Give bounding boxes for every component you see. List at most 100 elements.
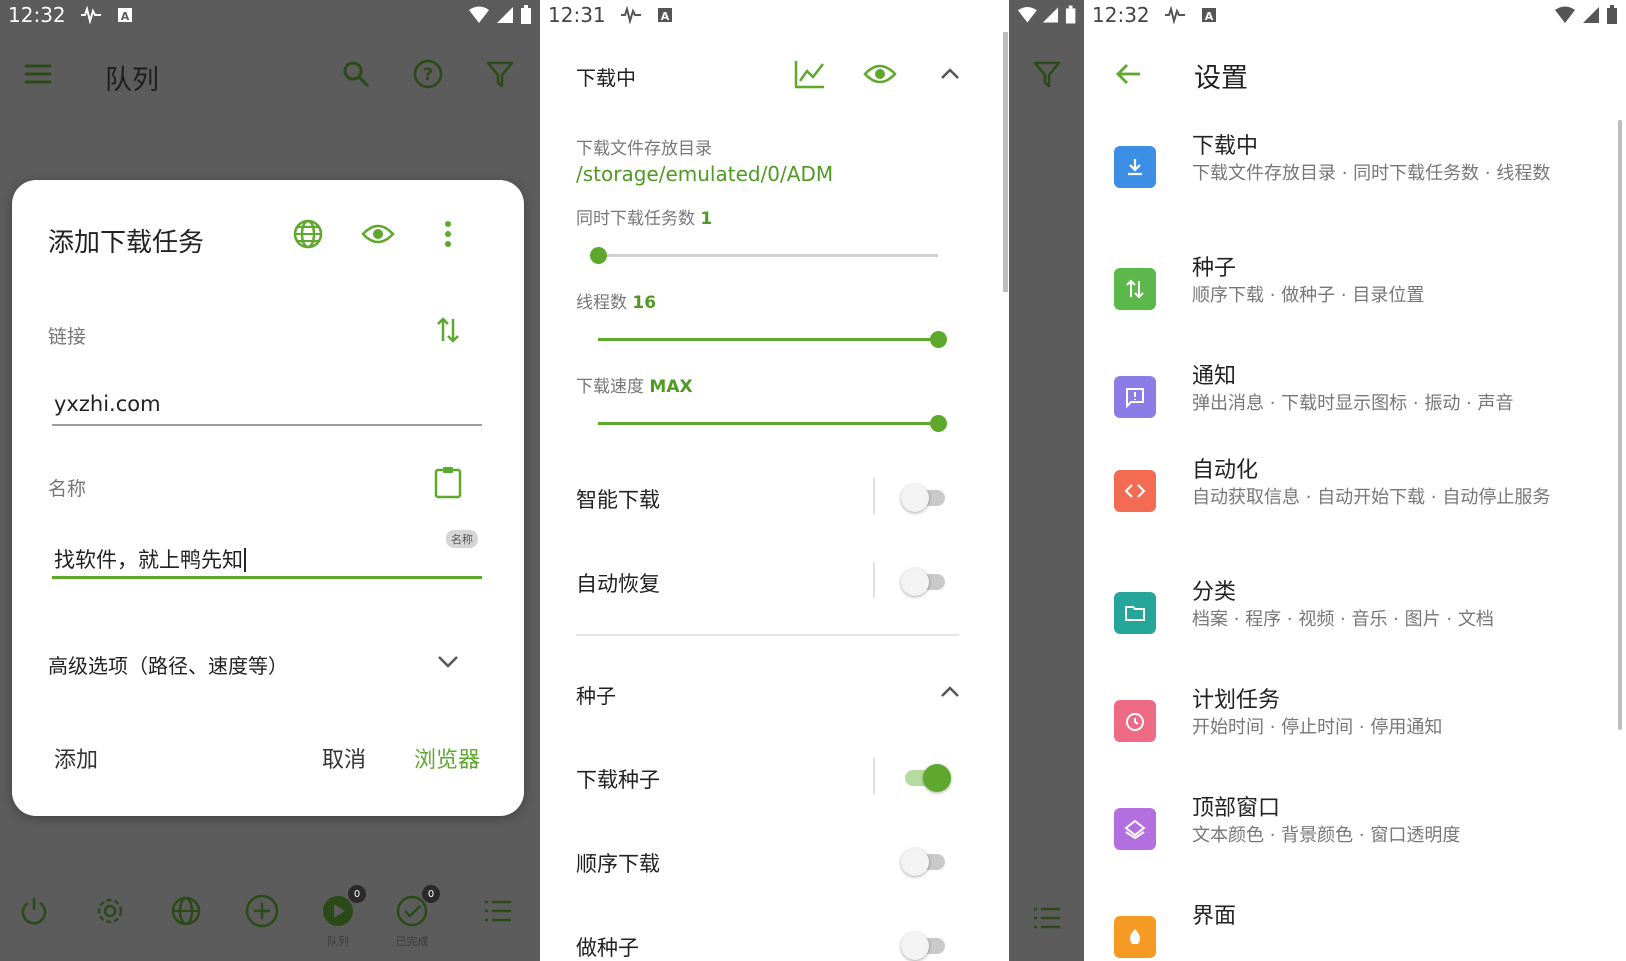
settings-icon[interactable] — [90, 891, 130, 931]
completed-tab[interactable]: 0 — [392, 885, 440, 931]
activity-icon — [1164, 4, 1186, 26]
link-input[interactable]: yxzhi.com — [54, 392, 161, 416]
name-input-underline — [52, 576, 482, 579]
switch-knob — [901, 484, 929, 512]
divider — [873, 562, 875, 598]
name-input-text: 找软件，就上鸭先知 — [54, 548, 243, 572]
download-dir-path[interactable]: /storage/emulated/0/ADM — [576, 162, 833, 186]
concurrent-tasks-value: 1 — [700, 209, 713, 229]
signal-icon — [497, 7, 513, 23]
slider-thumb[interactable] — [930, 415, 947, 432]
add-button[interactable]: 添加 — [54, 742, 98, 774]
eye-icon[interactable] — [862, 56, 898, 92]
status-time: 12:31 — [548, 3, 606, 27]
settings-item-subtitle: 开始时间 · 停止时间 · 停用通知 — [1192, 717, 1443, 738]
svg-text:?: ? — [423, 65, 433, 85]
list-icon[interactable] — [1029, 900, 1065, 936]
settings-item-title: 顶部窗口 — [1192, 796, 1281, 821]
settings-sheet: 12:31 A 下载中 下载文件存放目录 /storage/emulated/0… — [540, 0, 1009, 961]
settings-item[interactable]: 通知 弹出消息 · 下载时显示图标 · 振动 · 声音 — [1084, 358, 1626, 458]
slider-fill — [598, 338, 938, 341]
settings-item[interactable]: 下载中 下载文件存放目录 · 同时下载任务数 · 线程数 — [1084, 128, 1626, 228]
battery-icon — [521, 5, 531, 24]
speed-value: MAX — [649, 377, 693, 397]
chart-icon[interactable] — [792, 56, 828, 92]
filter-icon[interactable] — [482, 56, 518, 92]
globe-icon[interactable] — [290, 216, 326, 252]
speed-slider[interactable] — [598, 415, 947, 432]
power-icon[interactable] — [14, 891, 54, 931]
settings-item[interactable]: 自动化 自动获取信息 · 自动开始下载 · 自动停止服务 — [1084, 452, 1626, 552]
smart-download-switch[interactable] — [901, 484, 945, 512]
settings-item-subtitle: 文本颜色 · 背景颜色 · 窗口透明度 — [1192, 825, 1461, 846]
settings-item[interactable]: 界面 — [1084, 898, 1626, 961]
help-icon[interactable]: ? — [410, 56, 446, 92]
switch-knob — [901, 932, 929, 960]
more-vert-icon[interactable] — [430, 216, 466, 252]
download-settings-screen: 12:31 A 下载中 下载文件存放目录 /storage/emulated/0… — [540, 0, 1084, 961]
signal-icon — [1042, 7, 1058, 23]
settings-item-subtitle: 档案 · 程序 · 视频 · 音乐 · 图片 · 文档 — [1192, 609, 1494, 630]
activity-icon — [80, 4, 102, 26]
eye-icon[interactable] — [360, 216, 396, 252]
chevron-up-icon[interactable] — [932, 56, 968, 92]
status-bar: 12:32 A — [0, 0, 540, 30]
section-torrent-title: 种子 — [576, 684, 616, 708]
sequential-download-switch[interactable] — [901, 848, 945, 876]
download-icon — [1114, 146, 1156, 188]
clipboard-icon[interactable] — [430, 464, 466, 500]
list-icon[interactable] — [478, 891, 518, 931]
section-downloading-title: 下载中 — [576, 66, 636, 90]
chevron-down-icon[interactable] — [430, 644, 466, 680]
activity-icon — [620, 4, 642, 26]
menu-icon[interactable] — [20, 56, 56, 92]
svg-text:A: A — [1204, 10, 1213, 23]
settings-item-subtitle: 顺序下载 · 做种子 · 目录位置 — [1192, 285, 1425, 306]
queue-tab[interactable]: 0 — [318, 885, 366, 931]
settings-item[interactable]: 顶部窗口文本颜色 · 背景颜色 · 窗口透明度 — [1084, 790, 1626, 890]
advanced-options[interactable]: 高级选项（路径、速度等） — [48, 650, 288, 679]
swap-vert-icon[interactable] — [430, 312, 466, 348]
settings-item[interactable]: 种子 顺序下载 · 做种子 · 目录位置 — [1084, 250, 1626, 350]
page-title: 队列 — [105, 65, 159, 96]
back-arrow-icon[interactable] — [1110, 56, 1146, 92]
search-icon[interactable] — [338, 56, 374, 92]
battery-icon — [1065, 5, 1076, 24]
add-circle-icon[interactable] — [242, 891, 282, 931]
a-icon: A — [1198, 4, 1220, 26]
link-input-underline — [52, 424, 482, 426]
toolbar: 队列 ? — [0, 40, 540, 110]
background-strip — [1009, 0, 1084, 961]
scrollbar[interactable] — [1618, 120, 1622, 730]
a-icon: A — [654, 4, 676, 26]
status-time: 12:32 — [8, 3, 66, 27]
globe-icon[interactable] — [166, 891, 206, 931]
svg-text:A: A — [660, 10, 669, 23]
add-download-dialog: 添加下载任务 链接 yxzhi.com 名称 名称 找软件，就上鸭先知 高级选项… — [12, 180, 524, 816]
status-bar: 12:31 A — [540, 0, 1009, 30]
download-torrent-switch[interactable] — [905, 764, 951, 792]
download-torrent-label: 下载种子 — [576, 768, 660, 792]
chevron-up-icon[interactable] — [932, 674, 968, 710]
swap-vert-icon — [1114, 268, 1156, 310]
cancel-button[interactable]: 取消 — [322, 742, 366, 774]
wifi-icon — [469, 6, 489, 23]
wifi-icon — [1555, 6, 1575, 23]
settings-item[interactable]: 计划任务 开始时间 · 停止时间 · 停用通知 — [1084, 682, 1626, 782]
scrollbar[interactable] — [1003, 32, 1008, 292]
threads-slider[interactable] — [598, 331, 947, 348]
slider-thumb[interactable] — [590, 247, 607, 264]
page-title: 设置 — [1194, 63, 1248, 94]
slider-thumb[interactable] — [930, 331, 947, 348]
link-label: 链接 — [48, 326, 87, 348]
make-torrent-switch[interactable] — [901, 932, 945, 960]
filter-icon[interactable] — [1029, 56, 1065, 92]
divider — [873, 758, 875, 794]
concurrent-tasks-slider[interactable] — [590, 247, 938, 264]
name-input[interactable]: 找软件，就上鸭先知 — [54, 544, 246, 574]
text-cursor — [244, 548, 246, 572]
auto-resume-switch[interactable] — [901, 568, 945, 596]
browser-button[interactable]: 浏览器 — [414, 742, 480, 774]
settings-item[interactable]: 分类 档案 · 程序 · 视频 · 音乐 · 图片 · 文档 — [1084, 574, 1626, 674]
bottom-bar: 0 队列 0 已完成 — [0, 871, 540, 961]
